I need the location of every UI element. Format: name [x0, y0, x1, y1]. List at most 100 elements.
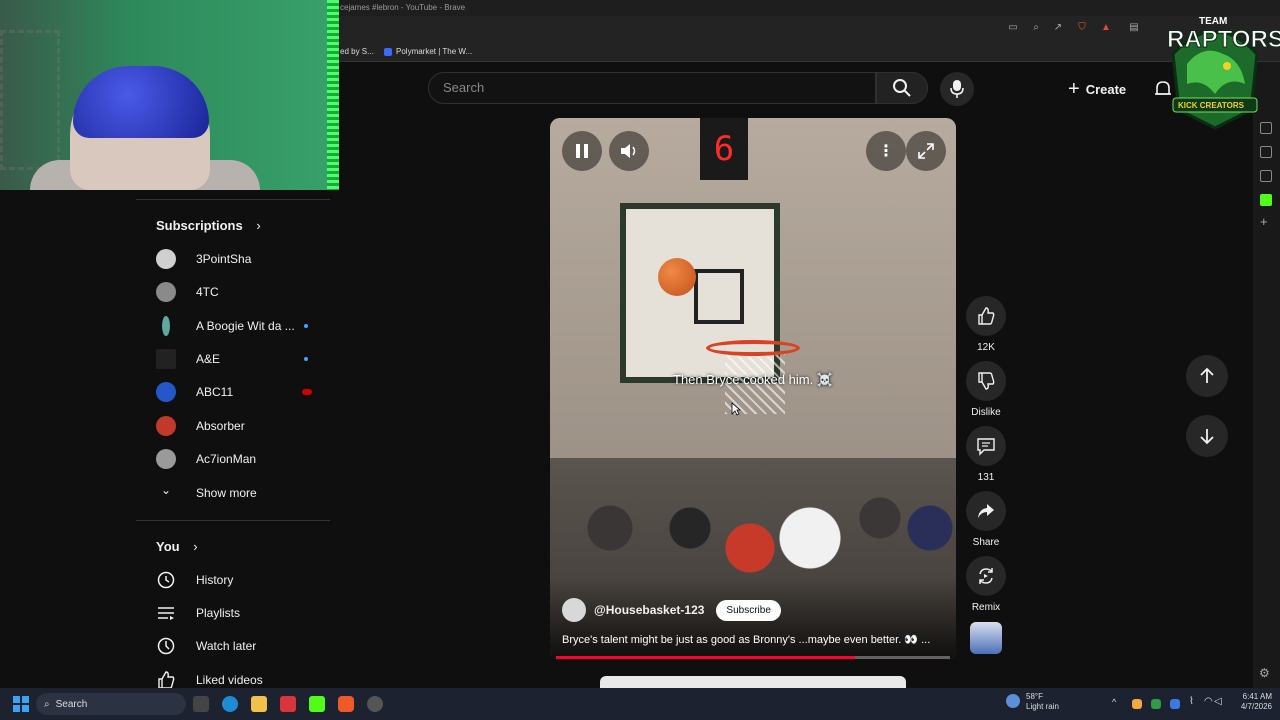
zoom-icon[interactable]: ⌕ — [1030, 22, 1042, 34]
sidebar-item-ac7ionman[interactable]: Ac7ionMan — [156, 447, 316, 471]
sidebar-item-playlists[interactable]: Playlists — [156, 601, 316, 625]
voice-search-button[interactable] — [940, 72, 974, 106]
weather-desc: Light rain — [1026, 702, 1059, 711]
history-icon — [157, 571, 175, 589]
sidebar-item-label: History — [196, 573, 234, 587]
window-title: cejames #lebron - YouTube - Brave — [340, 3, 466, 12]
add-panel-icon[interactable]: + — [1260, 214, 1268, 229]
file-explorer-icon[interactable] — [251, 696, 267, 712]
obs-icon[interactable] — [367, 696, 383, 712]
panel-icon[interactable] — [1260, 170, 1272, 182]
channel-avatar — [162, 316, 170, 336]
share-button[interactable]: Share — [966, 491, 1006, 548]
remix-button[interactable]: Remix — [966, 556, 1006, 613]
channel-name[interactable]: @Housebasket-123 — [594, 603, 704, 617]
taskbar-search-label: Search — [55, 698, 88, 710]
sidebar-item-label: Playlists — [196, 606, 241, 620]
comment-icon — [977, 438, 995, 456]
tray-app-icon[interactable] — [1151, 699, 1161, 709]
channel-avatar — [562, 598, 586, 622]
dislike-button[interactable]: Dislike — [966, 361, 1006, 418]
task-view-icon[interactable] — [193, 696, 209, 712]
search-icon: ⌕ — [44, 698, 50, 710]
settings-gear-icon[interactable]: ⚙ — [1259, 666, 1270, 680]
create-button[interactable]: + Create — [1060, 72, 1138, 106]
search-input[interactable] — [428, 72, 876, 104]
sidebar-item-abc11[interactable]: ABC11 — [156, 380, 316, 404]
arrow-up-icon — [1200, 367, 1214, 383]
thumbs-down-icon — [978, 372, 995, 390]
sidebar-item-history[interactable]: History — [156, 568, 316, 592]
video-caption: Then Bryce cooked him. ☠️ — [673, 372, 833, 387]
like-count: 12K — [977, 342, 995, 353]
bookmark-label: ed by S... — [340, 47, 374, 56]
next-short-preview[interactable] — [600, 676, 906, 688]
speaker-icon[interactable]: ◁ — [1214, 696, 1222, 707]
show-more-button[interactable]: ⌄ Show more — [156, 481, 316, 505]
sidebar-item-label: A Boogie Wit da ... — [196, 319, 295, 333]
kick-icon[interactable] — [1260, 194, 1272, 206]
like-button[interactable]: 12K — [966, 296, 1006, 353]
sidebar-item-a-boogie[interactable]: A Boogie Wit da ... — [156, 314, 316, 338]
tray-app-icon[interactable] — [1132, 699, 1142, 709]
comments-button[interactable]: 131 — [966, 426, 1006, 483]
logo-line3: KICK CREATORS — [1178, 101, 1244, 110]
basketball — [658, 258, 696, 296]
team-raptors-logo: TEAM RAPTORS KICK CREATORS — [1163, 14, 1280, 130]
sidebar-item-4tc[interactable]: 4TC — [156, 280, 316, 304]
panel-icon[interactable] — [1260, 146, 1272, 158]
adobe-icon[interactable] — [280, 696, 296, 712]
bookmark-item[interactable]: ed by S... — [340, 47, 374, 56]
more-options-button[interactable]: ⋮ — [866, 131, 906, 171]
weather-widget[interactable]: 58°F Light rain — [1026, 692, 1059, 712]
sidebar-item-3pointsha[interactable]: 3PointSha — [156, 247, 316, 271]
windows-start-icon[interactable] — [13, 696, 29, 712]
volume-button[interactable] — [609, 131, 649, 171]
tray-app-icon[interactable] — [1170, 699, 1180, 709]
led-strip — [327, 0, 339, 190]
subscribe-button[interactable]: Subscribe — [716, 599, 781, 621]
sidebar-item-ae[interactable]: A&E — [156, 347, 316, 371]
shorts-video-player[interactable]: 6 Then Bryce cooked him. ☠️ ⋮ @Housebask… — [550, 118, 956, 660]
next-short-button[interactable] — [1186, 415, 1228, 457]
new-content-dot — [304, 357, 308, 361]
search-button[interactable] — [876, 72, 928, 104]
sidebar-item-absorber[interactable]: Absorber — [156, 414, 316, 438]
bookmark-polymarket[interactable]: Polymarket | The W... — [384, 47, 472, 56]
channel-avatar — [156, 249, 176, 269]
channel-info[interactable]: @Housebasket-123 Subscribe — [562, 598, 781, 622]
wifi-icon[interactable]: ◠ — [1204, 696, 1213, 707]
chevron-up-icon[interactable]: ^ — [1112, 697, 1116, 707]
pause-button[interactable] — [562, 131, 602, 171]
sidebar: Subscriptions › 3PointSha 4TC A Boogie W… — [136, 190, 330, 689]
windows-taskbar — [0, 688, 1280, 720]
edge-icon[interactable] — [222, 696, 238, 712]
taskbar-search[interactable]: ⌕ Search — [36, 693, 186, 715]
cast-icon[interactable]: ▭ — [1007, 22, 1019, 34]
sidebar-toggle-icon[interactable]: ▤ — [1128, 22, 1140, 34]
subscriptions-heading[interactable]: Subscriptions › — [156, 218, 261, 233]
taskbar-clock[interactable]: 6:41 AM 4/7/2026 — [1228, 692, 1272, 712]
brave-icon[interactable] — [338, 696, 354, 712]
share-icon — [978, 504, 994, 518]
pause-icon — [576, 144, 588, 158]
progress-bar[interactable] — [556, 656, 950, 659]
previous-short-button[interactable] — [1186, 355, 1228, 397]
network-icon[interactable]: ⌇ — [1189, 696, 1194, 707]
kick-app-icon[interactable] — [309, 696, 325, 712]
dislike-label: Dislike — [971, 407, 1001, 418]
fullscreen-button[interactable] — [906, 131, 946, 171]
new-content-dot — [304, 324, 308, 328]
sound-thumbnail[interactable] — [970, 622, 1002, 654]
create-label: Create — [1085, 81, 1127, 97]
share-page-icon[interactable]: ↗ — [1052, 22, 1064, 34]
brave-shields-icon[interactable]: ⛉ — [1076, 22, 1088, 34]
sidebar-item-watch-later[interactable]: Watch later — [156, 634, 316, 658]
brave-rewards-icon[interactable]: ▲ — [1100, 22, 1112, 34]
you-heading[interactable]: You › — [156, 539, 198, 554]
comment-count: 131 — [977, 472, 995, 483]
video-description[interactable]: Bryce's talent might be just as good as … — [562, 633, 946, 646]
hoop-rim — [706, 340, 800, 356]
bookmark-label: Polymarket | The W... — [396, 47, 473, 56]
weather-temp: 58°F — [1026, 692, 1043, 701]
